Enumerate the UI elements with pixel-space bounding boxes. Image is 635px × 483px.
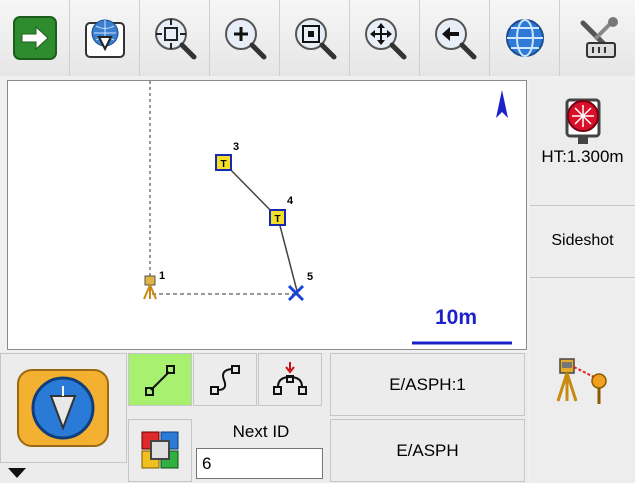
- bottom-panel: E/ASPH:1 Next ID E/ASPH: [0, 352, 528, 483]
- side-panel: HT:1.300m Sideshot: [530, 80, 635, 483]
- north-arrow-icon: [496, 90, 508, 118]
- code-list-icon: [17, 369, 109, 447]
- target-height-label: HT:1.300m: [541, 147, 624, 166]
- tools-icon: [580, 17, 618, 58]
- pan-button[interactable]: [350, 0, 420, 76]
- point-label-3: 3: [233, 141, 240, 153]
- sideshot-label: Sideshot: [551, 232, 614, 249]
- code-button-2[interactable]: E/ASPH: [330, 419, 525, 482]
- triangle-down-icon: [8, 468, 26, 478]
- sideshot-button[interactable]: Sideshot: [530, 208, 635, 278]
- layers-button[interactable]: [128, 419, 192, 482]
- point-label-5: 5: [307, 271, 314, 283]
- zoom-previous-icon: [434, 18, 476, 60]
- svg-text:T: T: [220, 159, 226, 170]
- right-arrow-icon: [12, 16, 57, 60]
- download-globe-icon: [84, 19, 125, 58]
- zoom-previous-button[interactable]: [420, 0, 490, 76]
- settings-button[interactable]: [560, 0, 635, 76]
- zoom-extents-icon: [154, 18, 196, 60]
- next-id-label: Next ID: [232, 422, 290, 441]
- toolbar: [0, 0, 635, 76]
- prism-target-icon: [565, 98, 601, 144]
- code-button-1[interactable]: E/ASPH:1: [330, 353, 525, 416]
- zoom-in-button[interactable]: [210, 0, 280, 76]
- pan-icon: [364, 18, 406, 60]
- zoom-window-icon: [294, 18, 336, 60]
- zoom-window-button[interactable]: [280, 0, 350, 76]
- instrument-point-1[interactable]: [143, 275, 157, 300]
- arc-mode-icon: [273, 361, 307, 395]
- globe-icon: [505, 19, 544, 57]
- next-arrow-button[interactable]: [0, 0, 70, 76]
- layers-icon: [141, 431, 179, 469]
- total-station-prism-icon: [556, 358, 607, 404]
- traverse-line-4-5: [277, 217, 298, 292]
- point-label-4: 4: [287, 195, 294, 207]
- code-list-button[interactable]: [0, 353, 127, 463]
- download-button[interactable]: [70, 0, 140, 76]
- curve-mode-icon: [210, 364, 240, 395]
- zoom-extents-button[interactable]: [140, 0, 210, 76]
- globe-button[interactable]: [490, 0, 560, 76]
- next-id-field[interactable]: [196, 448, 323, 479]
- traverse-point-4[interactable]: T: [269, 209, 286, 226]
- curve-mode-button[interactable]: [193, 353, 257, 406]
- traverse-point-3[interactable]: T: [215, 154, 232, 171]
- scale-label: 10m: [435, 306, 478, 329]
- line-mode-icon: [145, 364, 175, 396]
- zoom-in-icon: [224, 18, 266, 60]
- svg-text:T: T: [274, 214, 280, 225]
- target-height-button[interactable]: HT:1.300m: [530, 80, 635, 206]
- measure-button[interactable]: [530, 280, 635, 483]
- point-label-1: 1: [159, 270, 166, 282]
- map-view[interactable]: T T 1 3 4 5 10m: [7, 80, 527, 350]
- line-mode-button[interactable]: [128, 353, 192, 406]
- arc-mode-button[interactable]: [258, 353, 322, 406]
- collapse-toggle[interactable]: [0, 464, 127, 483]
